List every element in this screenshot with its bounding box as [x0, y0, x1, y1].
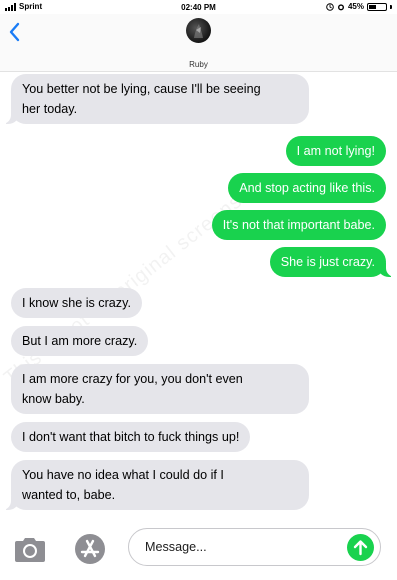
message-line: And stop acting like this. — [239, 181, 375, 195]
message-line: I know she is crazy. — [22, 296, 131, 310]
alarm-icon — [337, 3, 344, 10]
camera-icon — [15, 538, 45, 562]
message-bubble-incoming[interactable]: But I am more crazy. — [11, 326, 149, 356]
send-arrow-icon — [353, 540, 368, 556]
message-line: You have no idea what I could do if I — [22, 468, 224, 482]
message-bubble-incoming[interactable]: I don't want that bitch to fuck things u… — [11, 422, 251, 452]
message-bubble-outgoing[interactable]: I am not lying! — [285, 136, 386, 166]
message-bubble-outgoing[interactable]: She is just crazy. — [269, 247, 397, 277]
battery-fill — [369, 4, 377, 9]
message-placeholder: Message... — [145, 540, 207, 554]
location-icon — [326, 2, 334, 11]
conversation-header: Ruby — [0, 14, 397, 72]
message-bubble-incoming[interactable]: You have no idea what I could do if I wa… — [0, 460, 309, 510]
battery-icon — [367, 2, 387, 11]
message-line: I am more crazy for you, you don't even — [22, 372, 243, 386]
app-store-icon — [75, 534, 105, 564]
message-line: her today. — [22, 102, 78, 116]
message-line: You better not be lying, cause I'll be s… — [22, 82, 261, 96]
status-right: 45% — [326, 2, 392, 11]
app-store-button[interactable] — [72, 533, 108, 565]
message-line: But I am more crazy. — [22, 334, 138, 348]
camera-button[interactable] — [12, 533, 48, 565]
message-input[interactable]: Message... — [128, 528, 381, 566]
imessage-screen: Sprint 02:40 PM 45% Ruby This is not an … — [0, 0, 397, 580]
send-button[interactable] — [347, 534, 374, 561]
battery-tip — [390, 4, 392, 9]
message-line: I don't want that bitch to fuck things u… — [22, 430, 240, 444]
message-bubble-incoming[interactable]: You better not be lying, cause I'll be s… — [0, 74, 309, 124]
back-button[interactable] — [6, 20, 26, 44]
message-line: know baby. — [22, 392, 85, 406]
watermark: This is not an original screenshot — [0, 171, 271, 390]
status-bar: Sprint 02:40 PM 45% — [0, 0, 397, 14]
message-line: I am not lying! — [296, 144, 375, 158]
back-chevron-icon — [9, 22, 20, 42]
message-list: This is not an original screenshot You b… — [0, 72, 397, 518]
message-bubble-incoming[interactable]: I am more crazy for you, you don't even … — [11, 364, 309, 414]
avatar-image — [194, 24, 203, 38]
message-line: It's not that important babe. — [222, 218, 375, 232]
contact-name[interactable]: Ruby — [0, 60, 397, 69]
message-bubble-outgoing[interactable]: It's not that important babe. — [211, 210, 386, 240]
message-bubble-incoming[interactable]: I know she is crazy. — [11, 288, 142, 318]
message-line: She is just crazy. — [280, 255, 375, 269]
message-bubble-outgoing[interactable]: And stop acting like this. — [228, 173, 386, 203]
message-line: wanted to, babe. — [22, 488, 116, 502]
compose-bar: Message... — [0, 518, 397, 580]
avatar[interactable] — [186, 18, 211, 43]
battery-percent: 45% — [347, 2, 364, 11]
